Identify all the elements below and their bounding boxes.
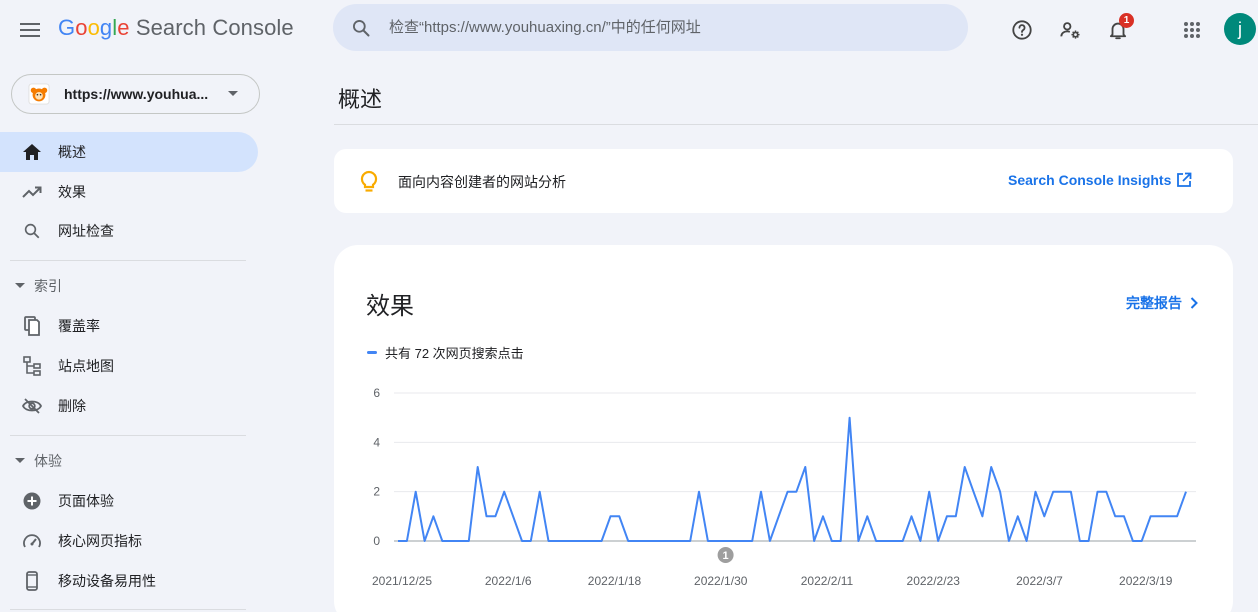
plus-circle-icon (22, 491, 42, 511)
x-tick-label: 2022/3/7 (1016, 574, 1063, 588)
sidebar-divider (10, 609, 246, 610)
legend-label: 共有 72 次网页搜索点击 (385, 346, 524, 361)
y-tick-label: 0 (373, 534, 380, 548)
logo-letter: o (75, 15, 88, 40)
nav-item-sitemaps[interactable]: 站点地图 (0, 346, 258, 386)
x-tick-label: 2022/1/18 (588, 574, 642, 588)
chart-legend: 共有 72 次网页搜索点击 (367, 343, 524, 362)
help-button[interactable] (1005, 13, 1039, 47)
notifications-button[interactable]: 1 (1101, 13, 1135, 47)
x-tick-label: 2022/2/11 (801, 574, 854, 588)
search-icon (353, 19, 370, 36)
header-divider (334, 124, 1258, 125)
main-menu-button[interactable] (12, 12, 48, 48)
google-wordmark: Google (58, 15, 136, 40)
nav-item-label: 概述 (58, 144, 86, 160)
nav-item-overview[interactable]: 概述 (0, 132, 258, 172)
sidebar-divider (10, 260, 246, 261)
nav-item-label: 站点地图 (58, 358, 114, 374)
section-title: 索引 (34, 278, 62, 294)
search-icon (22, 221, 42, 241)
search-console-insights-link[interactable]: Search Console Insights (1008, 172, 1171, 188)
logo-letter: g (99, 15, 113, 40)
full-report-link[interactable]: 完整报告 (1126, 293, 1198, 313)
full-report-label: 完整报告 (1126, 295, 1182, 311)
site-favicon-icon (28, 83, 50, 105)
nav-item-url-inspection[interactable]: 网址检查 (0, 211, 258, 251)
home-icon (22, 142, 42, 162)
performance-title: 效果 (366, 293, 414, 320)
nav-item-removals[interactable]: 删除 (0, 386, 258, 426)
y-tick-label: 6 (373, 386, 380, 400)
account-avatar[interactable]: j (1224, 13, 1256, 45)
y-tick-label: 4 (373, 435, 380, 449)
notification-count-badge: 1 (1119, 13, 1134, 28)
sidebar-divider (10, 435, 246, 436)
logo-letter: e (117, 15, 130, 40)
trending-up-icon (22, 182, 42, 202)
nav-item-mobile-usability[interactable]: 移动设备易用性 (0, 561, 258, 601)
nav-item-performance[interactable]: 效果 (0, 172, 258, 212)
insights-description: 面向内容创建者的网站分析 (398, 174, 566, 190)
performance-card: 效果 完整报告 共有 72 次网页搜索点击 0 2 4 6 2021/12/25 2022… (334, 245, 1233, 612)
visibility-off-icon (22, 396, 42, 416)
nav-item-coverage[interactable]: 覆盖率 (0, 306, 258, 346)
smartphone-icon (22, 571, 42, 591)
search-input[interactable] (389, 19, 949, 36)
logo-letter: G (58, 15, 76, 40)
nav-item-label: 效果 (58, 184, 86, 200)
annotation-label: 1 (723, 550, 729, 562)
file-copy-icon (22, 316, 42, 336)
manage-accounts-icon (1060, 22, 1080, 39)
x-tick-label: 2021/12/25 (372, 574, 432, 588)
collapse-arrow-icon (15, 458, 25, 463)
collapse-arrow-icon (15, 283, 25, 288)
help-icon (1012, 20, 1032, 40)
nav-item-label: 移动设备易用性 (58, 573, 156, 589)
legend-swatch (367, 351, 377, 354)
nav-item-core-web-vitals[interactable]: 核心网页指标 (0, 521, 258, 561)
section-title: 体验 (34, 453, 62, 469)
x-tick-label: 2022/1/6 (485, 574, 532, 588)
property-url: https://www.youhua... (64, 86, 209, 102)
insights-card: 面向内容创建者的网站分析 Search Console Insights (334, 149, 1233, 213)
dropdown-arrow-icon (228, 91, 238, 96)
page-title: 概述 (338, 87, 383, 112)
logo-letter: o (87, 15, 100, 40)
lightbulb-icon (360, 170, 378, 192)
url-inspection-search[interactable] (333, 4, 968, 51)
product-name: Search Console (135, 15, 294, 40)
sitemap-icon (22, 356, 42, 376)
top-app-bar: Google Search Console 1 (0, 0, 1258, 60)
nav-item-label: 网址检查 (58, 223, 114, 239)
x-tick-label: 2022/2/23 (907, 574, 961, 588)
x-tick-label: 2022/3/19 (1119, 574, 1173, 588)
apps-grid-icon (1184, 22, 1200, 38)
property-selector[interactable]: https://www.youhua... (11, 74, 260, 114)
speed-icon (22, 531, 42, 551)
nav-item-label: 覆盖率 (58, 318, 100, 334)
user-settings-button[interactable] (1053, 13, 1087, 47)
section-index-toggle[interactable]: 索引 (0, 270, 258, 302)
nav-item-label: 核心网页指标 (58, 533, 142, 549)
nav-item-page-experience[interactable]: 页面体验 (0, 481, 258, 521)
section-experience-toggle[interactable]: 体验 (0, 445, 258, 477)
search-console-logo[interactable]: Google Search Console (58, 15, 294, 41)
open-in-new-icon[interactable] (1176, 172, 1192, 188)
y-tick-label: 2 (373, 485, 380, 499)
nav-item-label: 页面体验 (58, 493, 114, 509)
menu-icon (20, 23, 40, 37)
x-tick-label: 2022/1/30 (694, 574, 748, 588)
chevron-right-icon (1190, 297, 1198, 309)
google-apps-button[interactable] (1175, 13, 1209, 47)
clicks-line-chart: 0 2 4 6 2021/12/25 2022/1/6 2022/1/18 2022/1/30… (372, 386, 1196, 588)
series-line (398, 416, 1187, 542)
nav-item-label: 删除 (58, 398, 86, 414)
